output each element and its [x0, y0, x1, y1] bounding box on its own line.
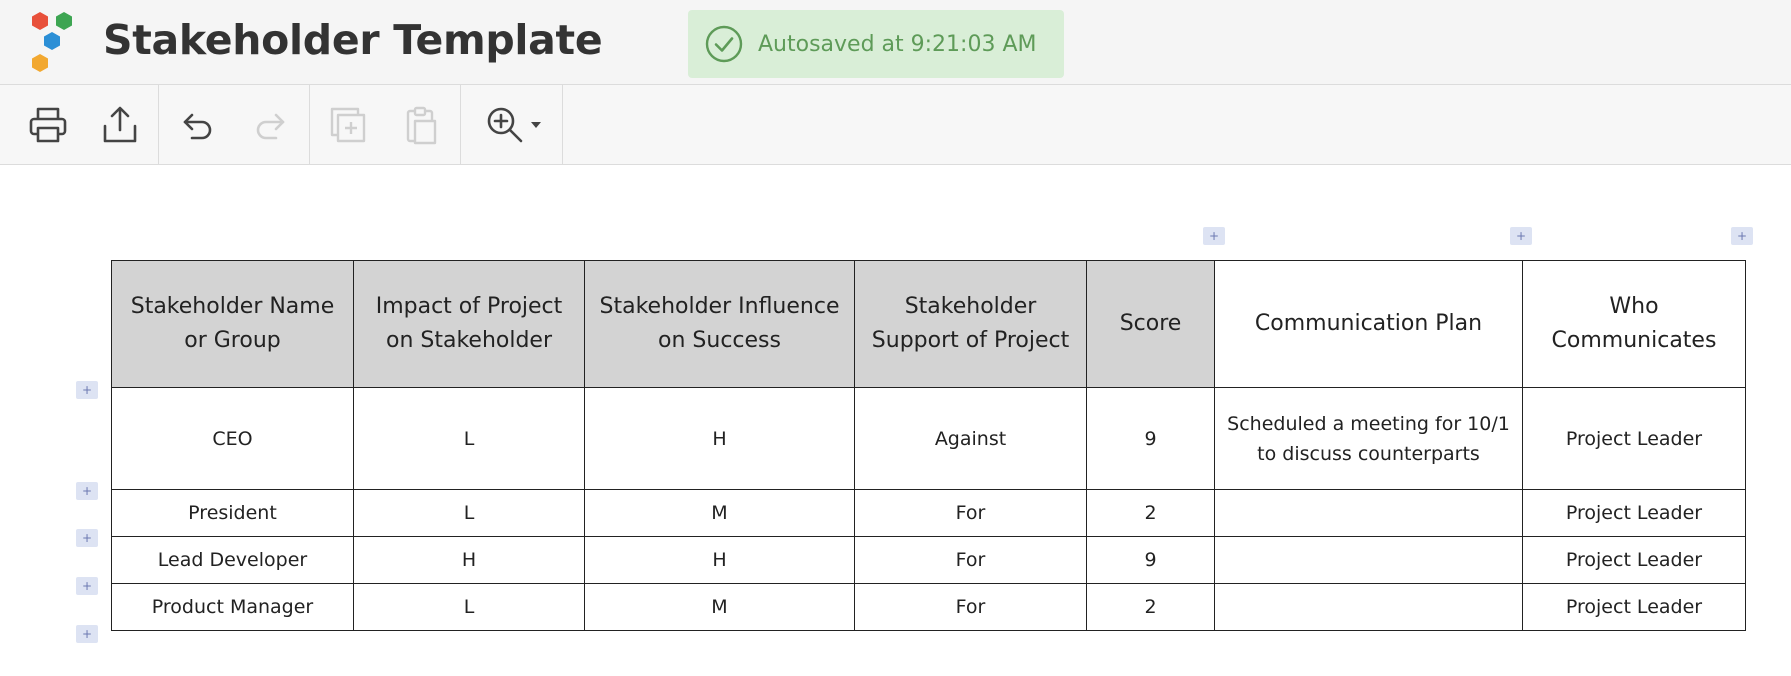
zoom-dropdown[interactable] — [478, 85, 548, 164]
table-cell[interactable]: Against — [854, 387, 1087, 490]
autosave-status: Autosaved at 9:21:03 AM — [688, 10, 1064, 78]
table-row: Product Manager L M For 2 Project Leader — [111, 583, 1746, 631]
caret-down-icon — [531, 121, 541, 128]
table-cell[interactable]: Project Leader — [1522, 583, 1746, 631]
redo-button[interactable] — [246, 85, 294, 164]
table-cell[interactable]: L — [353, 387, 585, 490]
table-cell[interactable]: For — [854, 583, 1087, 631]
table-cell[interactable]: Lead Developer — [111, 536, 354, 584]
table-cell[interactable]: Scheduled a meeting for 10/1 to discuss … — [1214, 387, 1523, 490]
table-cell[interactable]: H — [353, 536, 585, 584]
table-cell[interactable]: H — [584, 387, 855, 490]
undo-button[interactable] — [174, 85, 222, 164]
table-cell[interactable]: Product Manager — [111, 583, 354, 631]
app-logo-icon — [32, 12, 72, 72]
table-cell[interactable]: M — [584, 489, 855, 537]
export-icon — [103, 106, 137, 142]
autosave-text: Autosaved at 9:21:03 AM — [758, 31, 1037, 57]
toolbar-separator — [562, 85, 563, 164]
table-cell[interactable]: Project Leader — [1522, 387, 1746, 490]
add-column-button[interactable]: + — [1510, 227, 1532, 245]
table-cell[interactable]: For — [854, 536, 1087, 584]
zoom-icon — [487, 107, 523, 142]
print-button[interactable] — [24, 85, 72, 164]
add-row-button[interactable]: + — [76, 529, 98, 547]
duplicate-button[interactable] — [324, 85, 372, 164]
toolbar-separator — [309, 85, 310, 164]
column-header[interactable]: Who Communicates — [1522, 260, 1746, 388]
toolbar-separator — [460, 85, 461, 164]
table-cell[interactable]: President — [111, 489, 354, 537]
table-header-row: Stakeholder Name or Group Impact of Proj… — [111, 260, 1746, 388]
table-cell[interactable]: CEO — [111, 387, 354, 490]
add-row-button[interactable]: + — [76, 482, 98, 500]
column-header[interactable]: Impact of Project on Stakeholder — [353, 260, 585, 388]
table-row: President L M For 2 Project Leader — [111, 489, 1746, 537]
table-cell[interactable]: Project Leader — [1522, 536, 1746, 584]
export-button[interactable] — [96, 85, 144, 164]
undo-icon — [183, 113, 212, 139]
redo-icon — [256, 113, 285, 139]
duplicate-icon — [330, 107, 366, 142]
table-cell[interactable]: M — [584, 583, 855, 631]
stakeholder-table: Stakeholder Name or Group Impact of Proj… — [111, 260, 1746, 631]
add-column-button[interactable]: + — [1203, 227, 1225, 245]
toolbar-separator — [158, 85, 159, 164]
table-cell[interactable]: 9 — [1086, 387, 1215, 490]
table-cell[interactable]: 2 — [1086, 489, 1215, 537]
paste-button[interactable] — [397, 85, 445, 164]
add-row-button[interactable]: + — [76, 625, 98, 643]
table-cell[interactable]: For — [854, 489, 1087, 537]
toolbar — [0, 85, 1791, 165]
table-cell[interactable]: 2 — [1086, 583, 1215, 631]
table-cell[interactable] — [1214, 489, 1523, 537]
add-row-button[interactable]: + — [76, 577, 98, 595]
column-header[interactable]: Stakeholder Support of Project — [854, 260, 1087, 388]
table-cell[interactable]: L — [353, 583, 585, 631]
add-column-button[interactable]: + — [1731, 227, 1753, 245]
column-header[interactable]: Score — [1086, 260, 1215, 388]
app-title: Stakeholder Template — [103, 16, 603, 64]
table-row: CEO L H Against 9 Scheduled a meeting fo… — [111, 387, 1746, 490]
table-cell[interactable]: 9 — [1086, 536, 1215, 584]
table-cell[interactable]: Project Leader — [1522, 489, 1746, 537]
table-cell[interactable] — [1214, 583, 1523, 631]
top-bar: Stakeholder Template Autosaved at 9:21:0… — [0, 0, 1791, 85]
table-cell[interactable] — [1214, 536, 1523, 584]
column-header[interactable]: Communication Plan — [1214, 260, 1523, 388]
table-cell[interactable]: H — [584, 536, 855, 584]
table-row: Lead Developer H H For 9 Project Leader — [111, 536, 1746, 584]
table-cell[interactable]: L — [353, 489, 585, 537]
add-row-button[interactable]: + — [76, 381, 98, 399]
column-header[interactable]: Stakeholder Influence on Success — [584, 260, 855, 388]
check-circle-icon — [705, 25, 743, 63]
print-icon — [29, 107, 67, 142]
paste-icon — [406, 106, 437, 144]
column-header[interactable]: Stakeholder Name or Group — [111, 260, 354, 388]
